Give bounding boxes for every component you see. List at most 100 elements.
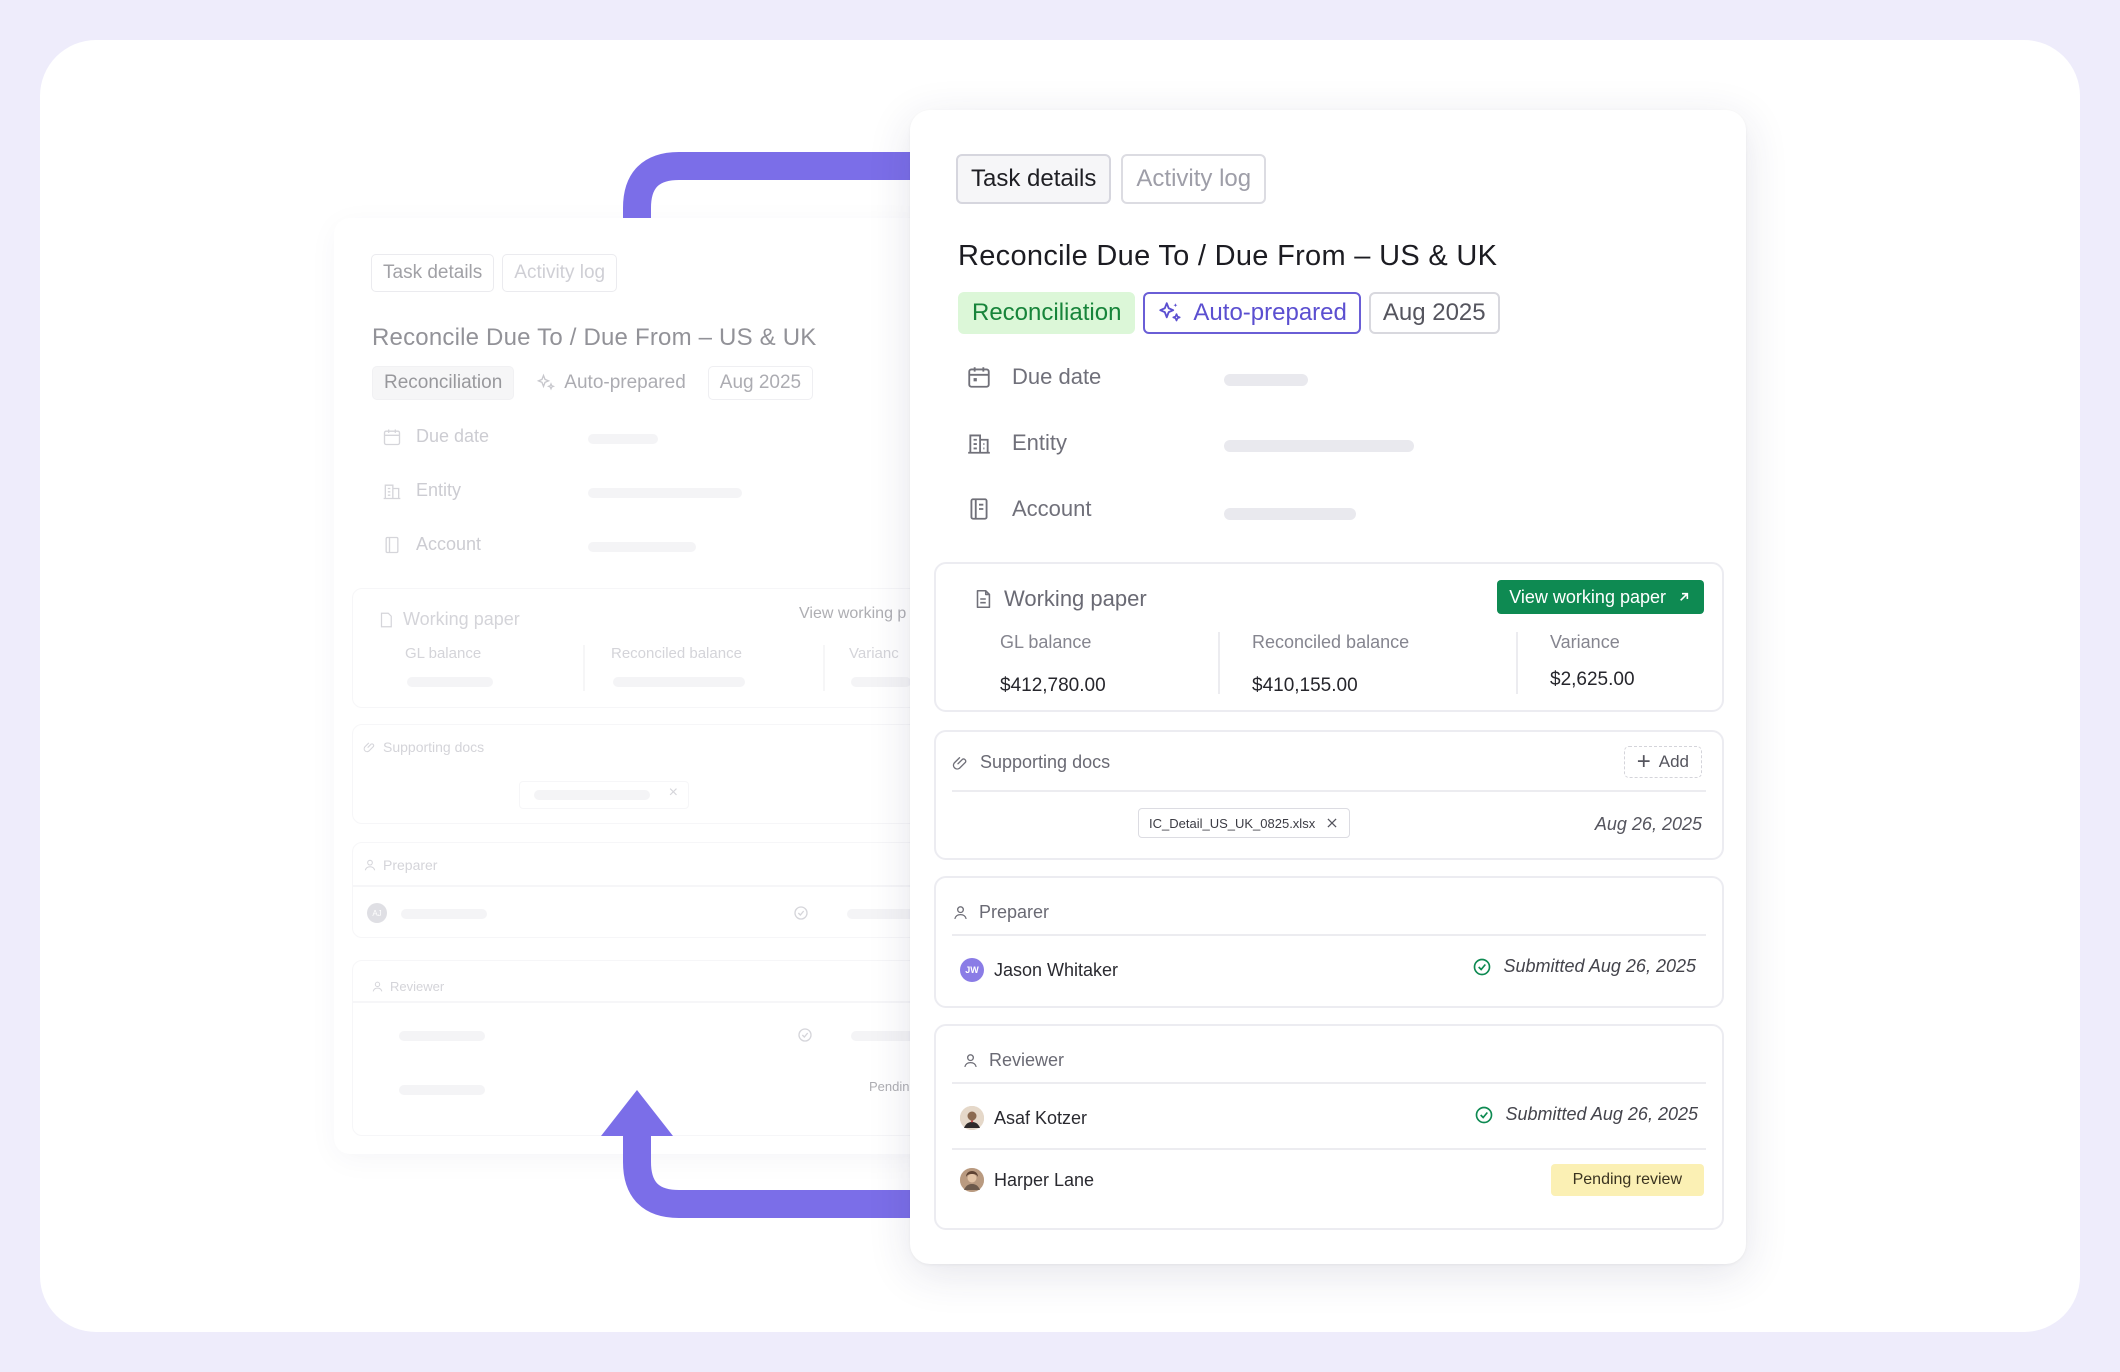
- bg-skeleton: [588, 542, 696, 552]
- ledger-icon: [970, 498, 988, 520]
- bg-chip-auto-prepared: Auto-prepared: [524, 366, 697, 400]
- working-paper-title: Working paper: [1004, 586, 1147, 611]
- bg-chip-period: Aug 2025: [707, 366, 814, 400]
- section-divider: [952, 934, 1706, 936]
- paperclip-icon: [363, 742, 375, 753]
- add-document-button[interactable]: + Add: [1623, 746, 1702, 778]
- chip-auto-prepared: Auto-prepared: [1143, 292, 1361, 334]
- metric-value: $412,780.00: [1000, 675, 1106, 696]
- person-photo-icon: [960, 1168, 984, 1192]
- metric-gl-balance: GL balance $412,780.00: [1000, 632, 1106, 697]
- bg-skeleton: [588, 488, 742, 498]
- field-entity: Entity: [966, 430, 1067, 456]
- bg-working-paper-head: Working paper: [377, 609, 520, 630]
- metric-separator: [1516, 632, 1518, 694]
- bg-skeleton: [399, 1085, 485, 1095]
- chip-row: Reconciliation Auto-prepared Aug 2025: [958, 292, 1500, 334]
- preparer-person: JW Jason Whitaker: [960, 958, 1118, 982]
- reviewer-person-1: Asaf Kotzer: [960, 1106, 1087, 1130]
- check-circle-icon: [1475, 1106, 1492, 1123]
- user-icon: [364, 859, 376, 871]
- building-icon: [383, 484, 401, 499]
- preparer-name: Jason Whitaker: [994, 959, 1119, 980]
- bg-tab-task-details: Task details: [371, 254, 495, 292]
- document-icon: [380, 612, 392, 627]
- check-circle-icon: [794, 906, 808, 920]
- reviewer-section: Reviewer Asaf Kotzer Submitted Aug 26, 2…: [934, 1024, 1724, 1230]
- reviewer-title: Reviewer: [989, 1050, 1065, 1070]
- user-icon: [964, 1054, 977, 1068]
- close-icon[interactable]: [1325, 816, 1339, 830]
- metric-value: $410,155.00: [1252, 675, 1358, 696]
- chip-period: Aug 2025: [1368, 292, 1500, 334]
- bg-field-due-date: Due date: [382, 426, 489, 447]
- bg-working-paper-section: Working paper View working p GL balance …: [352, 588, 934, 708]
- bg-skeleton: [401, 909, 487, 919]
- bg-chip-row: Reconciliation Auto-prepared Aug 2025: [372, 366, 814, 400]
- chip-auto-prepared-label: Auto-prepared: [1193, 299, 1347, 326]
- close-icon: ×: [668, 784, 678, 801]
- account-value-skeleton: [1224, 508, 1356, 520]
- field-account-label: Account: [1012, 496, 1092, 521]
- bg-preparer-title: Preparer: [383, 857, 438, 873]
- external-link-arrow-icon: [1680, 592, 1689, 601]
- field-due-date-label: Due date: [1012, 364, 1102, 389]
- metric-label: GL balance: [1000, 632, 1092, 652]
- file-date: Aug 26, 2025: [1594, 814, 1702, 834]
- supporting-docs-section: Supporting docs + Add IC_Detail_US_UK_08…: [934, 730, 1724, 860]
- paperclip-icon: [952, 756, 967, 770]
- entity-value-skeleton: [1224, 440, 1414, 452]
- avatar: JW: [960, 958, 984, 982]
- metric-reconciled-balance: Reconciled balance $410,155.00: [1252, 632, 1409, 697]
- bg-reviewer-section: Reviewer Pendin: [352, 960, 934, 1136]
- bg-divider: [353, 885, 934, 887]
- reviewer-status: Submitted Aug 26, 2025: [1474, 1104, 1698, 1125]
- reviewer-header: Reviewer: [962, 1050, 1064, 1071]
- field-entity-label: Entity: [1012, 430, 1068, 455]
- bg-field-label: Due date: [416, 426, 490, 446]
- bg-chip-auto-label: Auto-prepared: [564, 372, 686, 393]
- due-date-value-skeleton: [1224, 374, 1308, 386]
- bg-tab-activity-log: Activity log: [502, 254, 618, 292]
- user-icon: [372, 981, 383, 992]
- bg-divider: [353, 1001, 934, 1003]
- bg-preparer-head: Preparer: [363, 857, 437, 873]
- view-working-paper-label: View working paper: [1509, 586, 1666, 607]
- view-working-paper-button[interactable]: View working paper: [1497, 580, 1704, 614]
- metric-label: Variance: [1550, 632, 1620, 652]
- metric-variance: Variance $2,625.00: [1550, 632, 1635, 691]
- bg-separator: [583, 645, 585, 691]
- section-divider: [952, 790, 1706, 792]
- bg-view-working-paper: View working p: [799, 605, 907, 622]
- reviewer-status-text: Submitted Aug 26, 2025: [1505, 1104, 1698, 1124]
- calendar-icon: [968, 367, 990, 388]
- bg-avatar: AJ: [367, 903, 387, 923]
- tab-activity-log[interactable]: Activity log: [1121, 154, 1267, 204]
- bg-supporting-docs-section: Supporting docs ×: [352, 724, 934, 824]
- bg-field-account: Account: [382, 534, 481, 555]
- plus-icon: +: [1636, 748, 1651, 775]
- attached-file-chip[interactable]: IC_Detail_US_UK_0825.xlsx: [1138, 808, 1351, 838]
- metric-value: $2,625.00: [1550, 669, 1635, 690]
- task-title: Reconcile Due To / Due From – US & UK: [958, 240, 1498, 272]
- ledger-icon: [385, 536, 399, 553]
- reviewer-name: Asaf Kotzer: [994, 1107, 1088, 1128]
- chip-reconciliation: Reconciliation: [958, 292, 1136, 334]
- person-photo-icon: [960, 1106, 984, 1130]
- bg-supporting-docs-head: Supporting docs: [363, 739, 484, 755]
- bg-working-paper-title: Working paper: [403, 609, 520, 629]
- bg-chip-reconciliation: Reconciliation: [372, 366, 515, 400]
- tab-task-details[interactable]: Task details: [956, 154, 1112, 204]
- user-icon: [954, 906, 967, 920]
- bg-tab-bar: Task details Activity log: [371, 254, 618, 292]
- bg-skeleton: [588, 434, 658, 444]
- bg-reconciled-label: Reconciled balance: [611, 645, 742, 662]
- row-divider: [952, 1148, 1706, 1150]
- bg-skeleton: [851, 677, 911, 687]
- bg-skeleton: [534, 790, 650, 800]
- supporting-docs-header: Supporting docs: [952, 752, 1110, 773]
- field-due-date: Due date: [966, 364, 1101, 390]
- avatar: [960, 1168, 984, 1192]
- task-details-card: Task details Activity log Reconcile Due …: [910, 110, 1746, 1264]
- bg-skeleton: [407, 677, 493, 687]
